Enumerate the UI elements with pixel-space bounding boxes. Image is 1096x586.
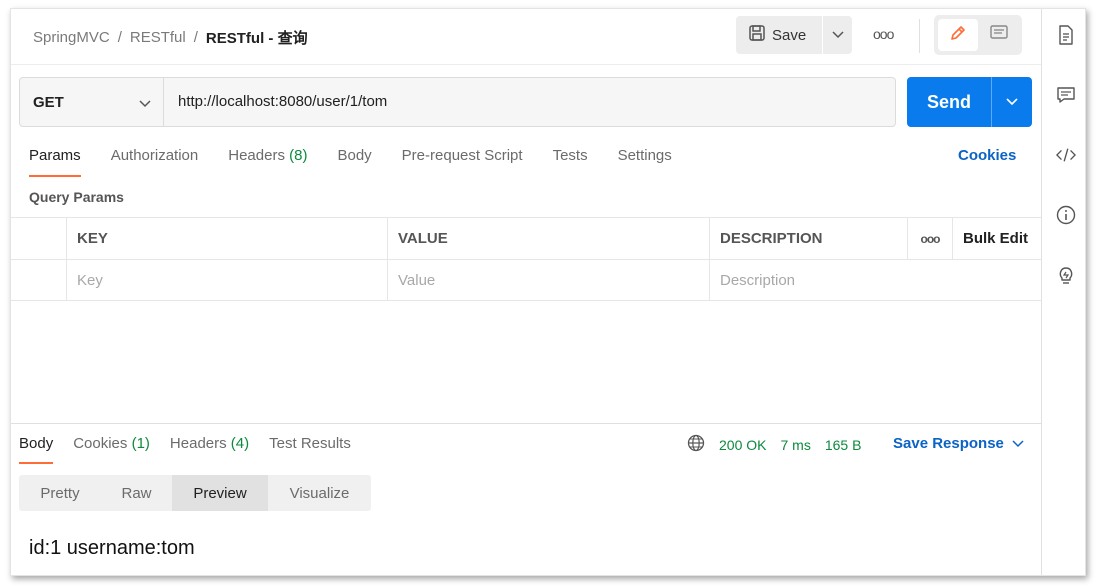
response-tab-test-results[interactable]: Test Results: [269, 435, 351, 452]
edit-mode-button[interactable]: [938, 19, 978, 51]
tab-body[interactable]: Body: [337, 147, 371, 164]
response-tab-cookies-label: Cookies: [73, 435, 128, 452]
table-header-row: KEY VALUE DESCRIPTION ooo Bulk Edit: [11, 217, 1041, 259]
lightbulb-icon[interactable]: [1056, 265, 1076, 285]
send-button[interactable]: Send: [907, 77, 991, 127]
response-view-selector: Pretty Raw Preview Visualize: [19, 475, 371, 511]
save-response-button[interactable]: Save Response: [893, 435, 1024, 452]
comment-icon[interactable]: [1056, 85, 1076, 105]
response-preview-content: id:1 username:tom: [29, 537, 195, 559]
tab-params[interactable]: Params: [29, 147, 81, 177]
right-sidebar: [1041, 9, 1087, 575]
method-label: GET: [33, 93, 64, 111]
response-tab-headers-label: Headers: [169, 435, 227, 452]
column-header-key: KEY: [66, 218, 387, 259]
chevron-down-icon: [1012, 435, 1024, 452]
document-icon[interactable]: [1056, 25, 1076, 45]
column-options-button[interactable]: ooo: [907, 218, 952, 259]
table-row: Key Value Description: [11, 259, 1041, 301]
tab-tests[interactable]: Tests: [553, 147, 588, 164]
column-header-description: DESCRIPTION: [709, 218, 907, 259]
chevron-down-icon: [139, 95, 151, 112]
app-window: SpringMVC / RESTful / RESTful - 查询 Save: [10, 8, 1086, 576]
toolbar-divider: [919, 19, 920, 53]
response-divider[interactable]: [11, 423, 1041, 424]
response-tab-cookies[interactable]: Cookies (1): [73, 435, 150, 452]
request-header: SpringMVC / RESTful / RESTful - 查询 Save: [11, 9, 1041, 65]
view-visualize[interactable]: Visualize: [268, 475, 371, 511]
status-code[interactable]: 200 OK: [719, 437, 766, 453]
documentation-mode-button[interactable]: [980, 19, 1018, 51]
chevron-down-icon: [1006, 93, 1018, 111]
response-tab-headers[interactable]: Headers (4): [170, 435, 249, 452]
bulk-edit-button[interactable]: Bulk Edit: [952, 218, 1041, 259]
response-size[interactable]: 165 B: [825, 437, 862, 453]
url-input[interactable]: http://localhost:8080/user/1/tom: [178, 93, 387, 110]
view-pretty[interactable]: Pretty: [19, 475, 101, 511]
view-preview[interactable]: Preview: [172, 475, 268, 511]
chevron-down-icon: [831, 26, 844, 44]
save-response-label: Save Response: [893, 435, 1004, 452]
response-meta: 200 OK 7 ms 165 B: [687, 434, 861, 455]
cookies-link[interactable]: Cookies: [958, 147, 1016, 164]
value-input[interactable]: Value: [387, 260, 709, 301]
comment-icon: [989, 23, 1009, 48]
globe-icon[interactable]: [687, 434, 705, 455]
column-header-value: VALUE: [387, 218, 709, 259]
query-params-title: Query Params: [29, 189, 124, 205]
breadcrumb-folder[interactable]: RESTful: [130, 29, 186, 46]
more-actions-button[interactable]: ooo: [873, 26, 894, 42]
save-dropdown-button[interactable]: [823, 16, 852, 54]
checkbox-column-header: [11, 218, 66, 259]
view-raw[interactable]: Raw: [101, 475, 172, 511]
breadcrumb-separator: /: [193, 29, 198, 46]
query-params-table: KEY VALUE DESCRIPTION ooo Bulk Edit Key …: [11, 217, 1041, 301]
method-select[interactable]: GET: [20, 78, 164, 126]
tab-headers[interactable]: Headers (8): [228, 147, 307, 164]
response-tab-cookies-count: (1): [131, 435, 150, 452]
tab-headers-label: Headers: [228, 147, 285, 164]
pencil-icon: [948, 23, 968, 48]
mode-toggle: [934, 15, 1022, 55]
save-button-group: Save: [736, 16, 852, 54]
description-input[interactable]: Description: [709, 260, 1041, 301]
tab-headers-count: (8): [289, 147, 308, 164]
request-title[interactable]: RESTful - 查询: [206, 27, 308, 48]
response-tabs: Body Cookies (1) Headers (4) Test Result…: [19, 435, 371, 464]
response-tab-body[interactable]: Body: [19, 435, 54, 464]
code-icon[interactable]: [1056, 145, 1076, 165]
response-tab-headers-count: (4): [230, 435, 250, 452]
info-icon[interactable]: [1056, 205, 1076, 225]
breadcrumb-separator: /: [117, 29, 122, 46]
breadcrumb-collection[interactable]: SpringMVC: [33, 29, 110, 46]
send-button-group: Send: [907, 77, 1032, 127]
response-time[interactable]: 7 ms: [780, 437, 810, 453]
tab-settings[interactable]: Settings: [618, 147, 672, 164]
tab-authorization[interactable]: Authorization: [111, 147, 199, 164]
request-panel: SpringMVC / RESTful / RESTful - 查询 Save: [11, 9, 1041, 575]
url-bar: GET http://localhost:8080/user/1/tom: [19, 77, 896, 127]
breadcrumb: SpringMVC / RESTful / RESTful - 查询: [33, 27, 308, 48]
save-icon: [748, 24, 766, 46]
key-input[interactable]: Key: [66, 260, 387, 301]
save-label: Save: [772, 26, 807, 44]
tab-prerequest-script[interactable]: Pre-request Script: [402, 147, 523, 164]
request-tabs: Params Authorization Headers (8) Body Pr…: [29, 147, 702, 177]
row-checkbox-cell: [11, 260, 66, 301]
save-button[interactable]: Save: [736, 16, 822, 54]
send-dropdown-button[interactable]: [992, 77, 1032, 127]
